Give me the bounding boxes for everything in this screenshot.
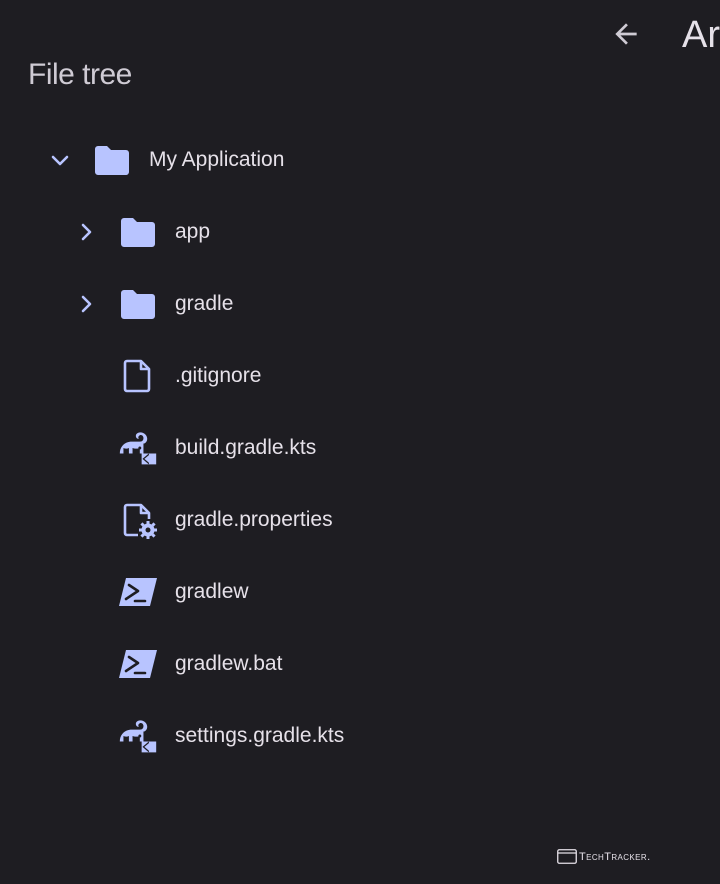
file-settings-icon <box>118 500 158 540</box>
gradle-kotlin-icon <box>118 716 158 756</box>
tree-item-gitignore[interactable]: .gitignore <box>66 352 426 400</box>
tree-item-label: app <box>175 220 211 243</box>
header-title: Ar <box>682 14 720 56</box>
terminal-icon <box>118 572 158 612</box>
tree-item-gradle-properties[interactable]: gradle.properties <box>66 496 426 544</box>
panel-title: File tree <box>28 58 132 91</box>
file-icon <box>118 356 158 396</box>
tree-item-label: build.gradle.kts <box>175 436 317 459</box>
chevron-down-icon[interactable] <box>48 148 72 172</box>
chevron-right-icon[interactable] <box>74 292 98 316</box>
tree-item-label: gradle.properties <box>175 508 333 531</box>
watermark: TechTracker. <box>557 849 651 864</box>
tree-item-label: My Application <box>149 148 285 171</box>
back-button[interactable] <box>604 12 648 56</box>
tree-item-app[interactable]: app <box>66 208 426 256</box>
tree-item-label: .gitignore <box>175 364 262 387</box>
tree-item-label: gradlew <box>175 580 249 603</box>
tree-item-label: gradlew.bat <box>175 652 283 675</box>
gradle-kotlin-icon <box>118 428 158 468</box>
tree-item-gradle[interactable]: gradle <box>66 280 426 328</box>
watermark-text: TechTracker. <box>579 850 651 863</box>
arrow-back-icon <box>615 23 637 45</box>
tree-item-build-gradle-kts[interactable]: build.gradle.kts <box>66 424 426 472</box>
tree-item-settings-gradle-kts[interactable]: settings.gradle.kts <box>66 712 426 760</box>
browser-window-icon <box>557 849 577 864</box>
chevron-right-icon[interactable] <box>74 220 98 244</box>
terminal-icon <box>118 644 158 684</box>
tree-item-label: settings.gradle.kts <box>175 724 345 747</box>
folder-icon <box>118 284 158 324</box>
tree-item-gradlew[interactable]: gradlew <box>66 568 426 616</box>
tree-item-gradlew-bat[interactable]: gradlew.bat <box>66 640 426 688</box>
tree-item-label: gradle <box>175 292 234 315</box>
tree-item-my-application[interactable]: My Application <box>40 136 420 184</box>
folder-icon <box>118 212 158 252</box>
folder-icon <box>92 140 132 180</box>
